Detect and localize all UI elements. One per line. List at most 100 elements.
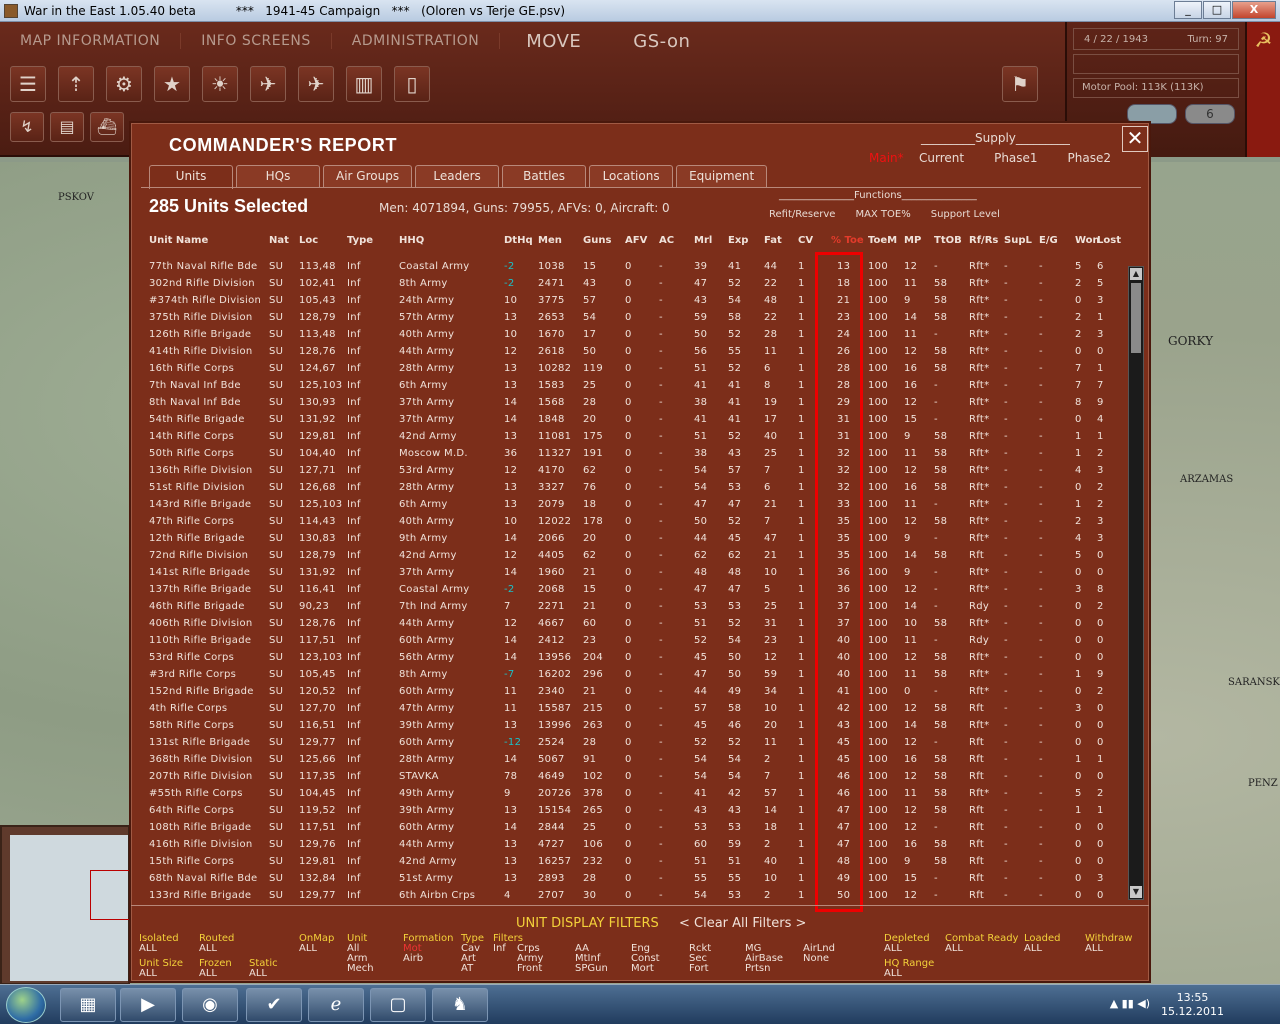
column-header[interactable]: SupL	[1004, 235, 1032, 246]
function-max-toe[interactable]: MAX TOE%	[855, 209, 910, 220]
table-row[interactable]: 8th Naval Inf Bde SU 130,93 Inf 37th Army 14 1…	[131, 394, 1126, 411]
minimap-view[interactable]	[10, 835, 130, 981]
table-row[interactable]: 143rd Rifle Brigade SU 125,103 Inf 6th Army 1…	[131, 496, 1126, 513]
filter-option[interactable]: Airb	[403, 954, 453, 964]
filter-option[interactable]: ALL	[1085, 944, 1132, 954]
scroll-down-icon[interactable]: ▼	[1130, 886, 1142, 898]
tab-units[interactable]: Units	[149, 165, 233, 189]
filter-option[interactable]: Mech	[347, 964, 374, 974]
table-row[interactable]: 15th Rifle Corps SU 129,81 Inf 42nd Army 13 16…	[131, 853, 1126, 870]
column-header[interactable]: Fat	[764, 235, 782, 246]
column-header[interactable]: ToeM	[868, 235, 897, 246]
filter-group[interactable]: Crps Army Front	[517, 944, 543, 974]
menu-move[interactable]: MOVE	[500, 31, 607, 52]
column-header[interactable]: Rf/Rs	[969, 235, 998, 246]
filter-group[interactable]: Unit All Arm Mech	[347, 934, 374, 974]
column-header[interactable]: Unit Name	[149, 235, 208, 246]
table-row[interactable]: 108th Rifle Brigade SU 117,51 Inf 60th Army 1…	[131, 819, 1126, 836]
internet-explorer-icon[interactable]: ℯ	[308, 988, 364, 1022]
filter-option[interactable]: Fort	[689, 964, 711, 974]
start-button[interactable]	[6, 987, 46, 1023]
function-support-level[interactable]: Support Level	[931, 209, 1000, 220]
table-row[interactable]: 77th Naval Rifle Bde SU 113,48 Inf Coastal A…	[131, 258, 1126, 275]
filter-option[interactable]: Front	[517, 964, 543, 974]
filter-option[interactable]: None	[803, 954, 835, 964]
filter-group[interactable]: AA MtInf SPGun	[575, 944, 608, 974]
table-row[interactable]: #374th Rifle Division SU 105,43 Inf 24th Arm…	[131, 292, 1126, 309]
column-header[interactable]: E/G	[1039, 235, 1058, 246]
column-header[interactable]: TtOB	[934, 235, 962, 246]
table-row[interactable]: 152nd Rifle Brigade SU 120,52 Inf 60th Army 1…	[131, 683, 1126, 700]
scroll-up-icon[interactable]: ▲	[1130, 268, 1142, 280]
air-transfer-icon[interactable]: ✈	[298, 66, 334, 102]
table-row[interactable]: 126th Rifle Brigade SU 113,48 Inf 40th Army 1…	[131, 326, 1126, 343]
table-row[interactable]: 406th Rifle Division SU 128,76 Inf 44th Army…	[131, 615, 1126, 632]
weather-icon[interactable]: ☀	[202, 66, 238, 102]
naval-mode-icon[interactable]: ⛴	[90, 112, 124, 142]
tab-air-groups[interactable]: Air Groups	[323, 165, 413, 187]
maximize-button[interactable]: □	[1203, 1, 1231, 19]
filter-option[interactable]: ALL	[884, 969, 934, 979]
filter-option[interactable]: ALL	[139, 944, 179, 954]
table-row[interactable]: 54th Rifle Brigade SU 131,92 Inf 37th Army 14…	[131, 411, 1126, 428]
filter-group[interactable]: Type Cav Art AT	[461, 934, 484, 974]
filter-group[interactable]: Isolated ALL	[139, 934, 179, 954]
column-header[interactable]: Type	[347, 235, 373, 246]
filter-option[interactable]: Prtsn	[745, 964, 783, 974]
table-row[interactable]: 50th Rifle Corps SU 104,40 Inf Moscow M.D. 36…	[131, 445, 1126, 462]
supply-main-toggle[interactable]: Main*	[869, 151, 904, 165]
filter-group[interactable]: Routed ALL	[199, 934, 234, 954]
filter-option[interactable]: ALL	[945, 944, 1018, 954]
minimize-button[interactable]: _	[1174, 1, 1202, 19]
filter-group[interactable]: OnMap ALL	[299, 934, 334, 954]
column-header[interactable]: AC	[659, 235, 674, 246]
table-row[interactable]: 137th Rifle Brigade SU 116,41 Inf Coastal Ar…	[131, 581, 1126, 598]
table-row[interactable]: 133rd Rifle Brigade SU 129,77 Inf 6th Airbn …	[131, 887, 1126, 900]
attack-arrows-icon[interactable]: ⇡	[58, 66, 94, 102]
counter-button[interactable]: 6	[1185, 104, 1235, 124]
column-header[interactable]: Guns	[583, 235, 611, 246]
column-header[interactable]: Men	[538, 235, 562, 246]
column-header[interactable]: Nat	[269, 235, 289, 246]
sticky-notes-icon[interactable]: ▢	[370, 988, 426, 1022]
table-row[interactable]: 46th Rifle Brigade SU 90,23 Inf 7th Ind Army…	[131, 598, 1126, 615]
filter-group[interactable]: Unit Size ALL	[139, 959, 183, 979]
table-row[interactable]: 58th Rifle Corps SU 116,51 Inf 39th Army 13 13…	[131, 717, 1126, 734]
filter-option[interactable]: ALL	[299, 944, 334, 954]
tab-equipment[interactable]: Equipment	[676, 165, 768, 187]
media-player-icon[interactable]: ▶	[120, 988, 176, 1022]
gear-icon[interactable]: ⚙	[106, 66, 142, 102]
movement-mode-icon[interactable]: ↯	[10, 112, 44, 142]
table-row[interactable]: #3rd Rifle Corps SU 105,45 Inf 8th Army -7 162…	[131, 666, 1126, 683]
column-header[interactable]: Exp	[728, 235, 748, 246]
filter-group[interactable]: Loaded ALL	[1024, 934, 1061, 954]
close-window-button[interactable]: X	[1232, 1, 1276, 19]
scroll-thumb[interactable]	[1131, 283, 1141, 353]
table-row[interactable]: 207th Rifle Division SU 117,35 Inf STAVKA 78 4…	[131, 768, 1126, 785]
table-row[interactable]: 131st Rifle Brigade SU 129,77 Inf 60th Army -…	[131, 734, 1126, 751]
filter-group[interactable]: Static ALL	[249, 959, 278, 979]
menu-map-information[interactable]: MAP INFORMATION	[0, 33, 182, 49]
column-header[interactable]: HHQ	[399, 235, 424, 246]
tab-locations[interactable]: Locations	[589, 165, 674, 187]
tab-leaders[interactable]: Leaders	[415, 165, 500, 187]
filter-group[interactable]: HQ Range ALL	[884, 959, 934, 979]
menu-info-screens[interactable]: INFO SCREENS	[181, 33, 332, 49]
table-row[interactable]: 302nd Rifle Division SU 102,41 Inf 8th Army -…	[131, 275, 1126, 292]
filter-group[interactable]: Eng Const Mort	[631, 944, 660, 974]
close-dialog-button[interactable]: ✕	[1122, 126, 1148, 152]
star-icon[interactable]: ★	[154, 66, 190, 102]
filter-option[interactable]: ALL	[884, 944, 930, 954]
supply-current[interactable]: Current	[919, 151, 964, 165]
menu-administration[interactable]: ADMINISTRATION	[332, 33, 501, 49]
filter-group[interactable]: Formation Mot Airb	[403, 934, 453, 964]
table-row[interactable]: 141st Rifle Brigade SU 131,92 Inf 37th Army 1…	[131, 564, 1126, 581]
filter-group[interactable]: Rckt Sec Fort	[689, 944, 711, 974]
table-row[interactable]: 12th Rifle Brigade SU 130,83 Inf 9th Army 14 2…	[131, 530, 1126, 547]
table-row[interactable]: 51st Rifle Division SU 126,68 Inf 28th Army 1…	[131, 479, 1126, 496]
rail-capacity-icon[interactable]: ▥	[346, 66, 382, 102]
column-header[interactable]: Lost	[1097, 235, 1121, 246]
table-row[interactable]: 7th Naval Inf Bde SU 125,103 Inf 6th Army 13 1…	[131, 377, 1126, 394]
table-row[interactable]: #55th Rifle Corps SU 104,45 Inf 49th Army 9 20…	[131, 785, 1126, 802]
rail-mode-icon[interactable]: ▤	[50, 112, 84, 142]
